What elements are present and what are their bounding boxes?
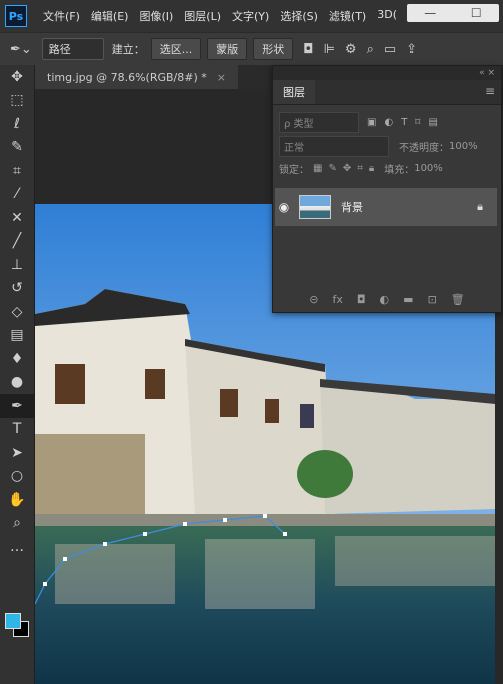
crop-icon[interactable]: ⌗	[0, 159, 34, 183]
move-icon[interactable]: ✥	[0, 65, 34, 89]
path-alignment-icon[interactable]: ⊫	[324, 42, 335, 57]
fx-icon[interactable]: fx	[332, 293, 342, 306]
menu-filter[interactable]: 滤镜(T)	[329, 8, 366, 24]
menu-type[interactable]: 文字(Y)	[232, 8, 269, 24]
layers-panel: « × 图层 ≡ ρ 类型 ▣ ◐ T ⌑ ▤ 正常 不透明度： 100% 锁定…	[272, 65, 502, 313]
trash-icon[interactable]: 🗑︎	[451, 293, 465, 306]
layers-tab[interactable]: 图层	[273, 80, 315, 104]
lock-image-icon[interactable]: ✎	[328, 163, 336, 174]
group-icon[interactable]: ▬	[403, 293, 413, 306]
lock-artboard-icon[interactable]: ⌗	[357, 163, 363, 174]
layer-name[interactable]: 背景	[341, 199, 363, 215]
hand-icon[interactable]: ✋	[0, 488, 34, 512]
more-icon[interactable]: …	[0, 535, 34, 559]
document-title: timg.jpg @ 78.6%(RGB/8#) *	[47, 70, 207, 84]
lock-transparent-icon[interactable]: ▦	[313, 163, 322, 174]
eyedropper-icon[interactable]: ⁄	[0, 183, 34, 207]
opacity-value[interactable]: 100%	[449, 141, 478, 152]
photoshop-logo: Ps	[5, 5, 27, 27]
add-mask-icon[interactable]: ◘	[357, 293, 366, 306]
blend-row: 正常 不透明度： 100%	[273, 135, 501, 157]
gradient-icon[interactable]: ▤	[0, 324, 34, 348]
pen-icon[interactable]: ✒	[0, 394, 34, 418]
history-brush-icon[interactable]: ↺	[0, 277, 34, 301]
menu-file[interactable]: 文件(F)	[43, 8, 80, 24]
search-icon[interactable]: ⌕	[367, 42, 374, 57]
window-controls: — ☐	[407, 4, 499, 22]
mask-button[interactable]: 蒙版	[207, 38, 248, 60]
share-icon[interactable]: ⇪	[406, 42, 417, 57]
lock-position-icon[interactable]: ✥	[343, 163, 351, 174]
options-bar: ✒⌄ 路径 建立： 选区... 蒙版 形状 ◘ ⊫ ⚙ ⌕ ▭ ⇪	[0, 32, 503, 66]
dodge-icon[interactable]: ●	[0, 371, 34, 395]
link-icon[interactable]: ⊝	[309, 293, 318, 306]
menu-edit[interactable]: 编辑(E)	[91, 8, 129, 24]
make-label: 建立：	[111, 43, 145, 56]
marquee-icon[interactable]: ⬚	[0, 89, 34, 113]
panel-header: 图层 ≡	[273, 80, 501, 105]
menu-image[interactable]: 图像(I)	[139, 8, 173, 24]
eraser-icon[interactable]: ◇	[0, 300, 34, 324]
path-arrangement-icon[interactable]: ⚙	[345, 42, 357, 57]
menu-bar: Ps 文件(F) 编辑(E) 图像(I) 图层(L) 文字(Y) 选择(S) 滤…	[0, 0, 503, 32]
new-layer-icon[interactable]: ⊡	[428, 293, 437, 306]
type-filter-icon[interactable]: T	[401, 117, 407, 128]
smart-object-filter-icon[interactable]: ▤	[428, 117, 437, 128]
shape-filter-icon[interactable]: ⌑	[415, 117, 420, 128]
path-operations-icon[interactable]: ◘	[303, 42, 313, 57]
eye-icon[interactable]: ◉	[275, 200, 293, 214]
lock-all-icon[interactable]: 🔒︎	[369, 163, 374, 174]
tools-panel: ✥ ⬚ ℓ ✎ ⌗ ⁄ ✕ ╱ ⊥ ↺ ◇ ▤ ♦ ● ✒ T ➤ ○ ✋ ⌕ …	[0, 65, 35, 684]
ellipse-icon[interactable]: ○	[0, 465, 34, 489]
menu-3d[interactable]: 3D(	[377, 8, 397, 24]
path-mode-select[interactable]: 路径	[41, 38, 104, 60]
fill-label: 填充：	[384, 164, 415, 176]
adjustment-filter-icon[interactable]: ◐	[384, 117, 393, 128]
menu-select[interactable]: 选择(S)	[280, 8, 318, 24]
adjustment-layer-icon[interactable]: ◐	[380, 293, 390, 306]
lock-label: 锁定：	[279, 164, 309, 176]
opacity-label: 不透明度：	[399, 142, 449, 154]
pen-tool-icon[interactable]: ✒⌄	[10, 42, 32, 57]
menu-layer[interactable]: 图层(L)	[184, 8, 221, 24]
minimize-icon[interactable]: —	[424, 6, 436, 20]
blur-icon[interactable]: ♦	[0, 347, 34, 371]
document-tab[interactable]: timg.jpg @ 78.6%(RGB/8#) * ×	[35, 65, 238, 89]
fill-value[interactable]: 100%	[414, 163, 443, 174]
workspace-icon[interactable]: ▭	[384, 42, 396, 57]
panel-menu-icon[interactable]: ≡	[485, 84, 495, 98]
lock-icon: 🔒︎	[477, 200, 483, 213]
foreground-color-swatch[interactable]	[5, 613, 21, 629]
path-select-icon[interactable]: ➤	[0, 441, 34, 465]
healing-icon[interactable]: ✕	[0, 206, 34, 230]
layer-row[interactable]: ◉ 背景 🔒︎	[275, 188, 497, 226]
panel-collapse-bar[interactable]: « ×	[273, 66, 501, 80]
blend-mode-select[interactable]: 正常	[279, 135, 389, 157]
layer-thumbnail	[299, 195, 331, 219]
quick-select-icon[interactable]: ✎	[0, 136, 34, 160]
shape-button[interactable]: 形状	[253, 38, 294, 60]
zoom-icon[interactable]: ⌕	[0, 512, 34, 536]
brush-icon[interactable]: ╱	[0, 230, 34, 254]
filter-kind-select[interactable]: ρ 类型	[279, 111, 359, 133]
selection-button[interactable]: 选区...	[150, 38, 202, 60]
layer-filter-row: ρ 类型 ▣ ◐ T ⌑ ▤	[273, 109, 501, 135]
close-icon[interactable]: ×	[217, 71, 226, 84]
stamp-icon[interactable]: ⊥	[0, 253, 34, 277]
lock-row: 锁定： ▦ ✎ ✥ ⌗ 🔒︎ 填充： 100%	[273, 157, 501, 179]
maximize-icon[interactable]: ☐	[471, 6, 482, 20]
menu-list: 文件(F) 编辑(E) 图像(I) 图层(L) 文字(Y) 选择(S) 滤镜(T…	[43, 8, 397, 24]
image-filter-icon[interactable]: ▣	[367, 117, 376, 128]
panel-footer: ⊝ fx ◘ ◐ ▬ ⊡ 🗑︎	[273, 286, 501, 312]
type-icon[interactable]: T	[0, 418, 34, 442]
lasso-icon[interactable]: ℓ	[0, 112, 34, 136]
